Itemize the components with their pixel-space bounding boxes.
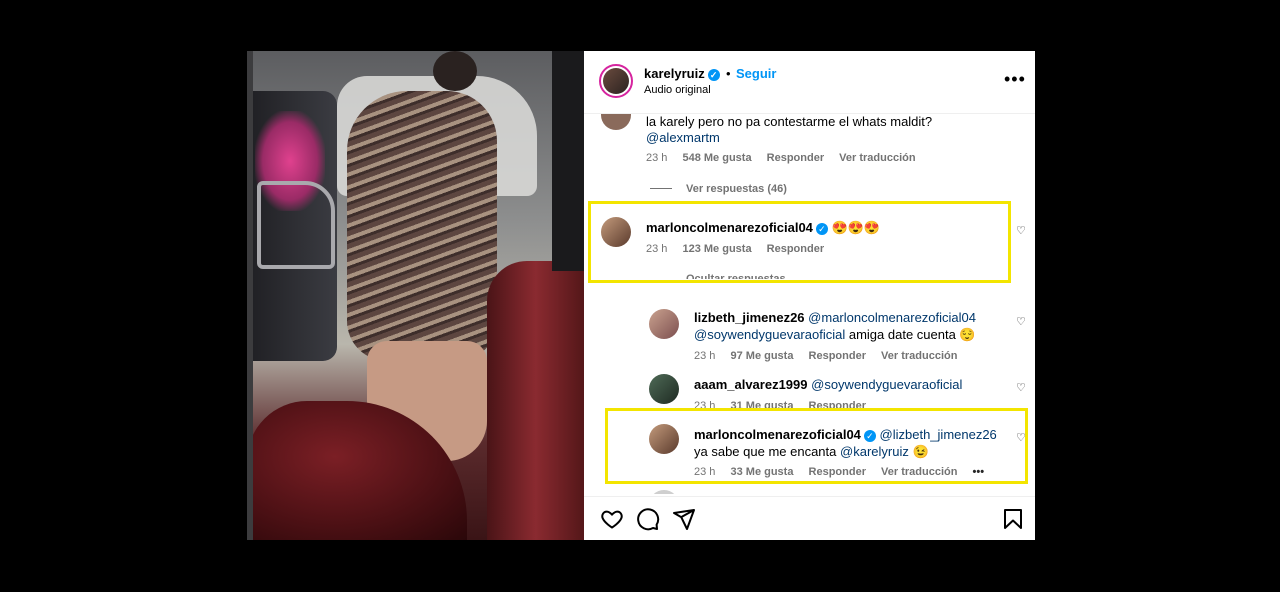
author-username[interactable]: karelyruiz ✓ bbox=[644, 66, 720, 81]
person-head bbox=[433, 51, 477, 91]
follow-button[interactable]: Seguir bbox=[736, 66, 776, 81]
separator-dot: • bbox=[726, 66, 731, 81]
heart-icon[interactable]: ♡ bbox=[1016, 226, 1026, 237]
reply-text: amiga date cuenta 😌 bbox=[848, 327, 976, 342]
share-icon[interactable] bbox=[672, 507, 696, 531]
comment-time: 23 h bbox=[646, 152, 668, 164]
translate-button[interactable]: Ver traducción bbox=[839, 152, 915, 164]
commenter-avatar[interactable] bbox=[649, 374, 679, 404]
reply-time: 23 h bbox=[694, 350, 716, 362]
reply-likes[interactable]: 97 Me gusta bbox=[730, 350, 793, 362]
view-replies-button[interactable]: Ver respuestas (46) bbox=[686, 183, 787, 195]
highlight-box-comment bbox=[588, 201, 1011, 283]
reply-button[interactable]: Responder bbox=[767, 152, 824, 164]
reply-meta: 23 h 31 Me gusta Responder bbox=[694, 400, 878, 408]
comment-text: la karely pero no pa contestarme el what… bbox=[646, 114, 933, 129]
person-figure bbox=[347, 91, 497, 361]
post-actions-bar bbox=[584, 496, 1035, 540]
author-username-text[interactable]: karelyruiz bbox=[644, 66, 705, 81]
commenter-avatar[interactable] bbox=[649, 490, 679, 494]
audio-label[interactable]: Audio original bbox=[644, 84, 711, 96]
car-pillar bbox=[552, 51, 584, 271]
post-header: karelyruiz ✓ • Seguir Audio original ••• bbox=[584, 51, 1035, 114]
frame-edge bbox=[247, 51, 253, 540]
replies-line bbox=[650, 188, 672, 189]
reply-button[interactable]: Responder bbox=[809, 400, 866, 408]
bookmark-icon[interactable] bbox=[1002, 507, 1024, 531]
heart-icon[interactable] bbox=[600, 507, 624, 531]
reply-body: lizbeth_jimenez26 @marloncolmenarezofici… bbox=[694, 310, 976, 325]
door-handle bbox=[257, 181, 335, 269]
reply-body: aaam_alvarez1999 @soywendyguevaraoficial bbox=[694, 377, 962, 392]
heart-icon[interactable]: ♡ bbox=[1016, 317, 1026, 328]
commenter-avatar[interactable] bbox=[649, 309, 679, 339]
heart-icon[interactable]: ♡ bbox=[1016, 383, 1026, 394]
verified-icon: ✓ bbox=[707, 68, 720, 81]
reply-likes[interactable]: 31 Me gusta bbox=[730, 400, 793, 408]
reply-mention[interactable]: @soywendyguevaraoficial bbox=[694, 327, 845, 342]
comment-mention[interactable]: @alexmartm bbox=[646, 130, 720, 145]
reply-body-line2: @soywendyguevaraoficial amiga date cuent… bbox=[694, 327, 976, 343]
car-seat-right bbox=[487, 261, 584, 540]
reply-username[interactable]: lizbeth_jimenez26 bbox=[694, 310, 805, 325]
post-media-video[interactable] bbox=[247, 51, 584, 540]
reply-button[interactable]: Responder bbox=[809, 350, 866, 362]
author-avatar[interactable] bbox=[599, 64, 633, 98]
comment-likes[interactable]: 548 Me gusta bbox=[682, 152, 751, 164]
reply-username[interactable]: aaam_alvarez1999 bbox=[694, 377, 808, 392]
reply-time: 23 h bbox=[694, 400, 716, 408]
comment-meta: 23 h 548 Me gusta Responder Ver traducci… bbox=[646, 152, 928, 164]
commenter-avatar[interactable] bbox=[601, 114, 631, 130]
comment-icon[interactable] bbox=[636, 507, 660, 531]
reply-meta: 23 h 97 Me gusta Responder Ver traducció… bbox=[694, 350, 969, 362]
highlight-box-reply bbox=[605, 408, 1028, 484]
more-icon[interactable]: ••• bbox=[1004, 69, 1026, 90]
reply-mention[interactable]: @marloncolmenarezoficial04 bbox=[808, 310, 976, 325]
reply-mention[interactable]: @soywendyguevaraoficial bbox=[811, 377, 962, 392]
translate-button[interactable]: Ver traducción bbox=[881, 350, 957, 362]
